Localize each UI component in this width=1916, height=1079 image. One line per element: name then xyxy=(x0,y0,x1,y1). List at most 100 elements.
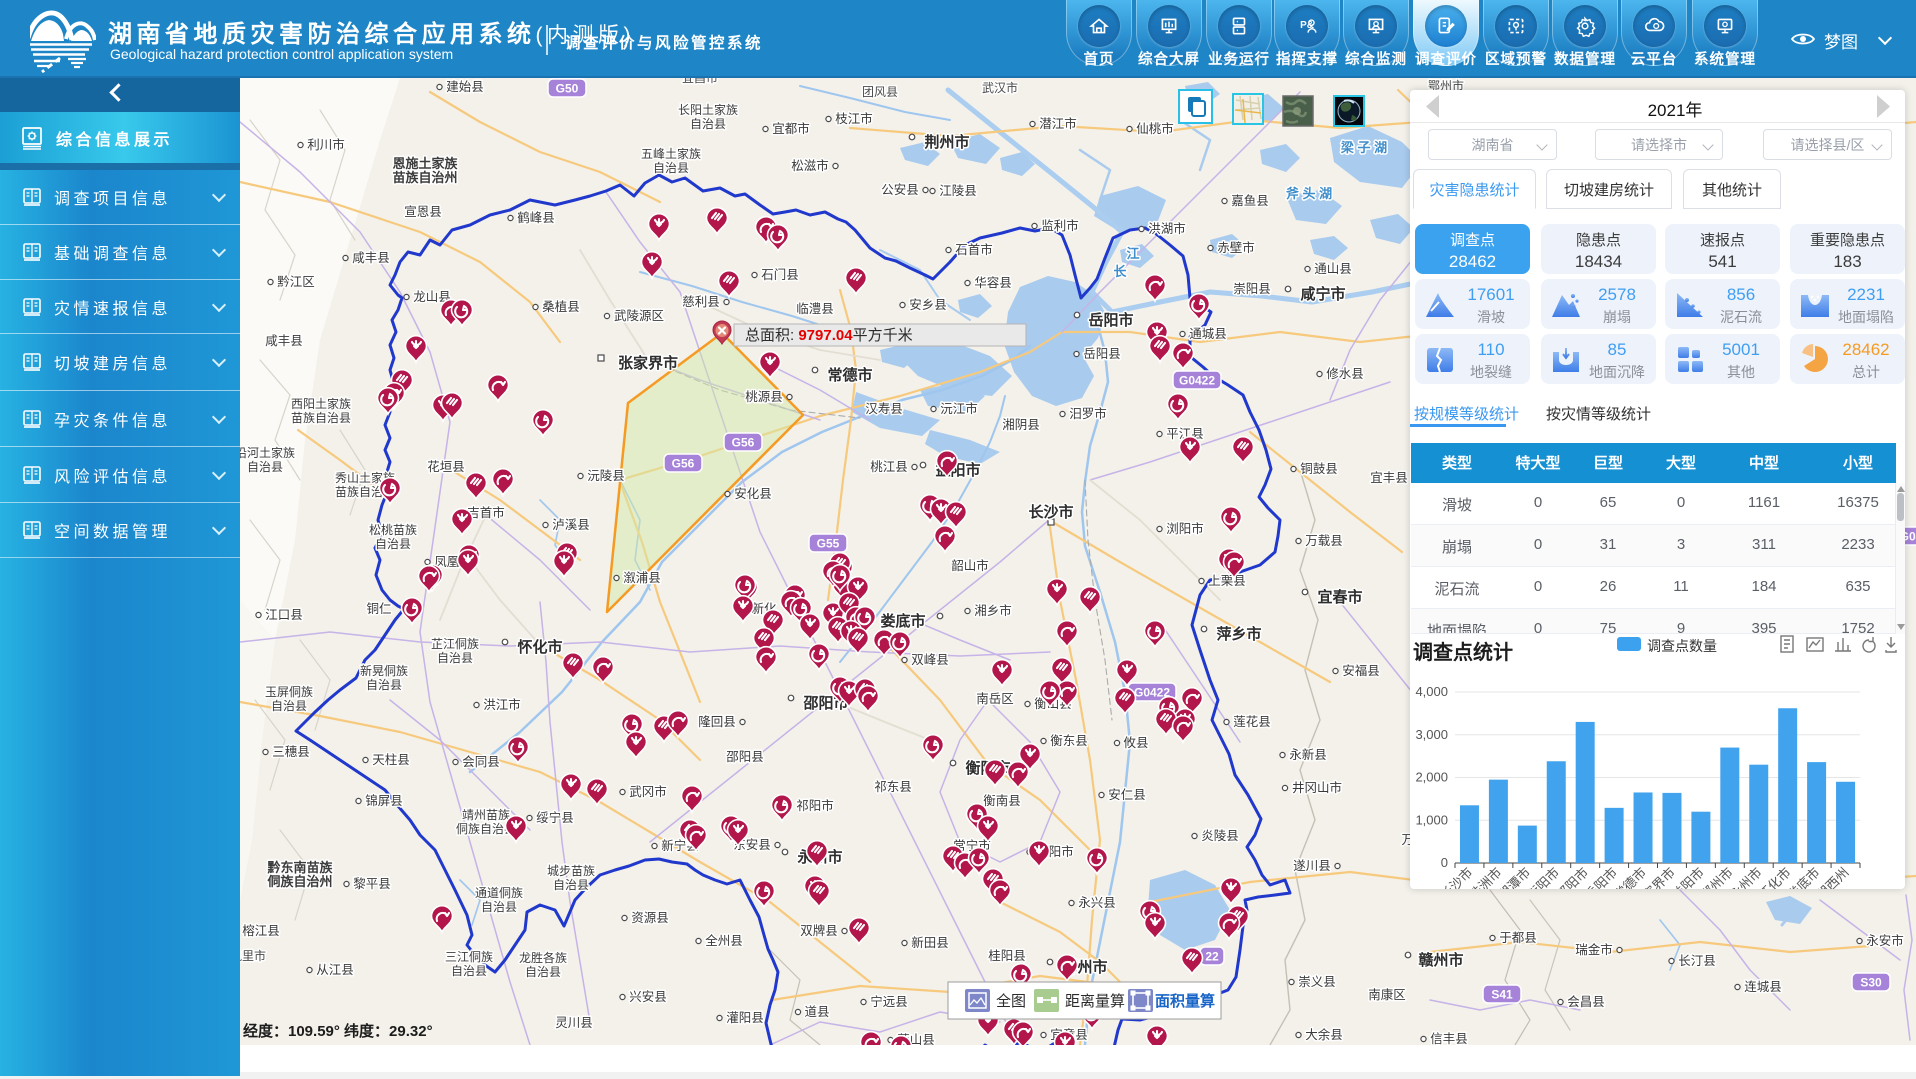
svg-text:松桃苗族: 松桃苗族 xyxy=(369,522,417,537)
svg-text:天柱县: 天柱县 xyxy=(372,752,410,767)
svg-text:G56: G56 xyxy=(732,436,755,450)
svg-text:崇阳县: 崇阳县 xyxy=(1233,282,1271,296)
svg-text:凯里市: 凯里市 xyxy=(240,948,266,963)
svg-text:鹤峰县: 鹤峰县 xyxy=(517,210,555,225)
svg-text:双牌县: 双牌县 xyxy=(800,923,838,938)
svg-text:衡南县: 衡南县 xyxy=(983,793,1021,808)
svg-text:汨罗市: 汨罗市 xyxy=(1069,406,1107,421)
svg-text:苗族自治州: 苗族自治州 xyxy=(392,170,457,185)
svg-text:苗族自治县: 苗族自治县 xyxy=(291,411,351,425)
svg-text:江: 江 xyxy=(1126,246,1139,261)
svg-text:安化县: 安化县 xyxy=(734,486,772,501)
svg-text:荆州市: 荆州市 xyxy=(924,133,969,151)
svg-text:岳阳市: 岳阳市 xyxy=(1088,311,1133,329)
svg-text:资源县: 资源县 xyxy=(631,911,669,925)
svg-text:松滋市: 松滋市 xyxy=(791,158,829,173)
svg-text:万载县: 万载县 xyxy=(1305,534,1343,548)
svg-text:汉寿县: 汉寿县 xyxy=(865,402,903,416)
svg-text:安乡县: 安乡县 xyxy=(909,297,947,312)
svg-text:咸丰县: 咸丰县 xyxy=(265,334,303,348)
svg-text:龙胜各族: 龙胜各族 xyxy=(519,950,567,965)
svg-text:石门县: 石门县 xyxy=(761,267,799,282)
svg-text:自治县: 自治县 xyxy=(271,699,307,713)
svg-text:斧 头 湖: 斧 头 湖 xyxy=(1286,186,1332,201)
svg-text:湘阴县: 湘阴县 xyxy=(1002,417,1040,432)
svg-text:自治县: 自治县 xyxy=(437,651,473,665)
svg-text:井冈山市: 井冈山市 xyxy=(1292,780,1342,795)
svg-text:崇义县: 崇义县 xyxy=(1298,975,1336,989)
svg-text:灵川县: 灵川县 xyxy=(555,1016,593,1030)
svg-text:S41: S41 xyxy=(1491,988,1513,1002)
svg-text:宣恩县: 宣恩县 xyxy=(404,204,442,219)
svg-text:黔东南苗族: 黔东南苗族 xyxy=(267,860,333,875)
svg-text:会昌县: 会昌县 xyxy=(1567,995,1605,1009)
svg-text:22: 22 xyxy=(1205,950,1219,964)
svg-text:会同县: 会同县 xyxy=(462,755,500,769)
svg-text:于都县: 于都县 xyxy=(1499,931,1537,945)
svg-text:洪湖市: 洪湖市 xyxy=(1148,221,1186,236)
svg-text:恩施土家族: 恩施土家族 xyxy=(392,156,458,171)
svg-text:五峰土家族: 五峰土家族 xyxy=(641,146,701,161)
svg-text:武汉市: 武汉市 xyxy=(982,80,1018,95)
svg-text:榕江县: 榕江县 xyxy=(242,923,280,938)
svg-text:永安市: 永安市 xyxy=(1866,933,1904,948)
svg-text:自治县: 自治县 xyxy=(366,678,402,692)
svg-text:建始县: 建始县 xyxy=(446,80,484,94)
svg-text:自治县: 自治县 xyxy=(375,537,411,551)
svg-text:信丰县: 信丰县 xyxy=(1430,1032,1468,1045)
svg-text:4,000: 4,000 xyxy=(1415,684,1448,699)
svg-text:经度：109.59° 纬度：29.32°: 经度：109.59° 纬度：29.32° xyxy=(243,1022,433,1040)
svg-text:侗族自治州: 侗族自治州 xyxy=(266,874,332,889)
svg-text:常德市: 常德市 xyxy=(827,366,872,384)
svg-text:邵阳县: 邵阳县 xyxy=(726,750,764,764)
svg-text:靖州苗族: 靖州苗族 xyxy=(462,808,510,822)
svg-text:临澧县: 临澧县 xyxy=(796,302,834,316)
svg-text:咸丰县: 咸丰县 xyxy=(352,251,390,265)
svg-text:面积量算: 面积量算 xyxy=(1155,992,1215,1010)
svg-text:长沙市: 长沙市 xyxy=(1028,503,1073,521)
svg-text:2,000: 2,000 xyxy=(1415,770,1448,785)
svg-text:三江侗族: 三江侗族 xyxy=(445,950,493,964)
svg-text:自治县: 自治县 xyxy=(525,965,561,979)
svg-text:瑞金市: 瑞金市 xyxy=(1575,942,1613,957)
svg-text:沅江市: 沅江市 xyxy=(940,401,978,416)
svg-text:桃江县: 桃江县 xyxy=(870,459,908,474)
svg-text:新晃侗族: 新晃侗族 xyxy=(360,663,408,678)
svg-text:从江县: 从江县 xyxy=(316,963,354,977)
svg-text:通道侗族: 通道侗族 xyxy=(475,886,523,900)
svg-text:道县: 道县 xyxy=(804,1005,829,1019)
svg-text:攸县: 攸县 xyxy=(1123,735,1148,750)
svg-text:自治县: 自治县 xyxy=(247,460,283,474)
svg-text:铜仁: 铜仁 xyxy=(366,601,391,616)
svg-text:全图: 全图 xyxy=(996,992,1026,1010)
svg-text:自治县: 自治县 xyxy=(481,900,517,914)
svg-text:长: 长 xyxy=(1113,264,1127,279)
svg-text:G50: G50 xyxy=(556,82,579,96)
svg-text:华容县: 华容县 xyxy=(974,275,1012,290)
svg-text:芷江侗族: 芷江侗族 xyxy=(431,637,479,651)
svg-text:慈利县: 慈利县 xyxy=(682,294,720,309)
svg-text:兴安县: 兴安县 xyxy=(629,989,667,1004)
svg-text:花垣县: 花垣县 xyxy=(427,459,465,474)
svg-text:新田县: 新田县 xyxy=(911,935,949,950)
svg-text:大余县: 大余县 xyxy=(1305,1027,1343,1042)
svg-text:城步苗族: 城步苗族 xyxy=(547,864,595,878)
svg-text:武冈市: 武冈市 xyxy=(629,784,667,799)
svg-text:铜鼓县: 铜鼓县 xyxy=(1300,461,1338,476)
svg-text:永兴县: 永兴县 xyxy=(1078,896,1116,910)
svg-text:祁东县: 祁东县 xyxy=(874,779,912,794)
svg-text:枝江市: 枝江市 xyxy=(835,111,873,126)
svg-text:安仁县: 安仁县 xyxy=(1108,787,1146,802)
svg-text:监利市: 监利市 xyxy=(1041,218,1079,233)
svg-text:通山县: 通山县 xyxy=(1314,262,1352,276)
svg-text:南岳区: 南岳区 xyxy=(976,691,1014,706)
svg-text:南康区: 南康区 xyxy=(1368,987,1406,1002)
svg-text:仙桃市: 仙桃市 xyxy=(1136,121,1174,136)
svg-text:宜丰县: 宜丰县 xyxy=(1370,470,1408,485)
svg-text:张家界市: 张家界市 xyxy=(618,354,678,372)
svg-text:全州县: 全州县 xyxy=(705,933,743,948)
svg-text:玉屏侗族: 玉屏侗族 xyxy=(265,685,313,699)
svg-text:安福县: 安福县 xyxy=(1342,663,1380,678)
svg-text:长阳土家族: 长阳土家族 xyxy=(678,102,738,117)
svg-text:连城县: 连城县 xyxy=(1744,979,1782,994)
